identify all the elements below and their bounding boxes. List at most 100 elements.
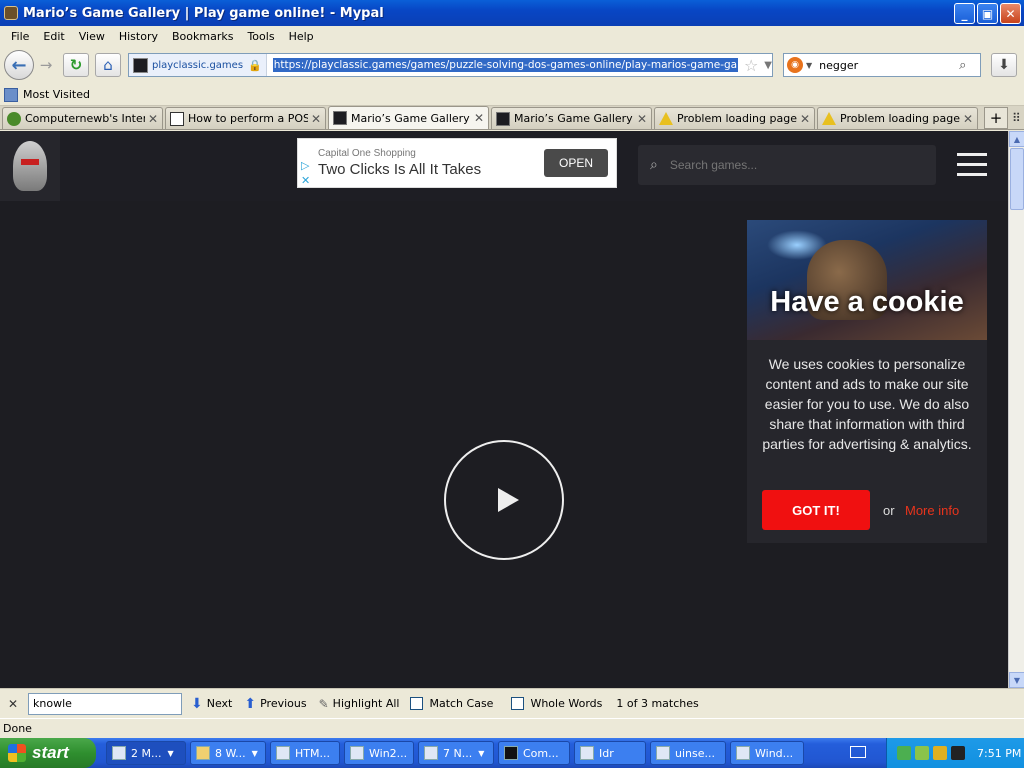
checkbox-box[interactable] — [410, 697, 424, 710]
start-button[interactable]: start — [0, 738, 96, 768]
taskbar-htm[interactable]: HTM... — [270, 741, 340, 765]
bookmarks-toolbar: Most Visited — [0, 84, 1024, 106]
search-icon[interactable]: ⌕ — [959, 58, 966, 73]
menu-history[interactable]: History — [112, 30, 165, 43]
forward-button[interactable]: → — [35, 54, 57, 76]
tab-close-icon[interactable]: ✕ — [148, 112, 158, 126]
scroll-down-icon[interactable]: ▼ — [1009, 672, 1024, 688]
site-logo[interactable] — [0, 131, 60, 201]
tab-problem-loading-1[interactable]: Problem loading page ✕ — [654, 107, 815, 129]
back-button[interactable]: ← — [4, 50, 34, 80]
ad-close-icon[interactable]: ✕ — [301, 174, 310, 187]
got-it-button[interactable]: GOT IT! — [762, 490, 870, 530]
new-tab-button[interactable]: + — [984, 107, 1008, 129]
home-button[interactable]: ⌂ — [95, 53, 121, 77]
menu-bar: File Edit View History Bookmarks Tools H… — [0, 26, 1024, 46]
menu-help[interactable]: Help — [282, 30, 321, 43]
taskbar-label: Idr — [599, 746, 614, 760]
tab-bar: Computernewb's Inter... ✕ How to perform… — [0, 106, 1024, 130]
cookie-or: or — [883, 503, 895, 518]
search-input[interactable]: negger — [819, 59, 959, 72]
cookie-text: We uses cookies to personalize content a… — [762, 356, 972, 452]
keyboard-icon[interactable] — [850, 746, 866, 758]
download-arrow-icon: ⬇ — [998, 57, 1010, 73]
address-bar[interactable]: playclassic.games 🔒 https://playclassic.… — [128, 53, 773, 77]
engine-caret-icon[interactable]: ▼ — [806, 61, 812, 70]
tab-computernewb[interactable]: Computernewb's Inter... ✕ — [2, 107, 163, 129]
ad-banner[interactable]: ▷ ✕ Capital One Shopping Two Clicks Is A… — [297, 138, 617, 188]
search-bar[interactable]: ◉ ▼ negger ⌕ — [783, 53, 981, 77]
taskbar-notepad-group[interactable]: 7 N... ▼ — [418, 741, 494, 765]
tab-close-icon[interactable]: ✕ — [800, 112, 810, 126]
tab-close-icon[interactable]: ✕ — [963, 112, 973, 126]
taskbar-mypal-group[interactable]: 2 M... ▼ — [106, 741, 186, 765]
menu-edit[interactable]: Edit — [36, 30, 71, 43]
arrow-down-icon: ⬇ — [191, 695, 203, 712]
game-search-input[interactable] — [669, 158, 910, 172]
ad-open-button[interactable]: OPEN — [544, 149, 608, 177]
find-close-icon[interactable]: ✕ — [8, 697, 20, 711]
tab-problem-loading-2[interactable]: Problem loading page ✕ — [817, 107, 978, 129]
find-status: 1 of 3 matches — [616, 697, 699, 710]
menu-file[interactable]: File — [4, 30, 36, 43]
find-previous-button[interactable]: ⬆ Previous — [241, 696, 309, 712]
tab-close-icon[interactable]: ✕ — [637, 112, 647, 126]
ad-choices-icon[interactable]: ▷ — [301, 159, 309, 172]
site-identity-button[interactable]: playclassic.games 🔒 — [129, 54, 267, 76]
url-dropdown-icon[interactable]: ▼ — [764, 60, 772, 71]
hamburger-menu-icon[interactable] — [957, 153, 987, 177]
reload-button[interactable]: ↻ — [63, 53, 89, 77]
tab-label: Mario’s Game Gallery | ... — [514, 112, 634, 125]
bookmark-most-visited[interactable]: Most Visited — [23, 88, 90, 101]
tab-list-icon[interactable]: ⠿ — [1012, 111, 1021, 125]
tab-label: Computernewb's Inter... — [25, 112, 145, 125]
ad-sponsor: Capital One Shopping — [318, 148, 416, 159]
match-case-checkbox[interactable]: Match Case — [410, 697, 493, 710]
match-case-label: Match Case — [429, 697, 494, 710]
network-icon[interactable] — [897, 746, 911, 760]
vertical-scrollbar[interactable]: ▲ ▼ — [1008, 131, 1024, 688]
game-favicon-icon — [496, 111, 510, 126]
maximize-button[interactable]: ▣ — [977, 3, 998, 24]
play-button[interactable] — [444, 440, 564, 560]
menu-tools[interactable]: Tools — [240, 30, 281, 43]
downloads-button[interactable]: ⬇ — [991, 53, 1017, 77]
taskbar-idr[interactable]: Idr — [574, 741, 646, 765]
page-viewport: ▷ ✕ Capital One Shopping Two Clicks Is A… — [0, 131, 1008, 688]
menu-bookmarks[interactable]: Bookmarks — [165, 30, 240, 43]
scroll-thumb[interactable] — [1010, 148, 1024, 210]
taskbar-wind[interactable]: Wind... — [730, 741, 804, 765]
find-input[interactable] — [28, 692, 182, 715]
battery-icon[interactable] — [951, 746, 965, 760]
checkbox-box[interactable] — [511, 697, 525, 710]
site-search[interactable]: ⌕ — [638, 145, 936, 185]
title-bar: Mario’s Game Gallery | Play game online!… — [0, 0, 1024, 26]
tab-close-icon[interactable]: ✕ — [474, 111, 484, 125]
highlight-all-button[interactable]: ✎ Highlight All — [316, 697, 403, 711]
whole-words-checkbox[interactable]: Whole Words — [511, 697, 602, 710]
close-window-button[interactable]: ✕ — [1000, 3, 1021, 24]
menu-view[interactable]: View — [72, 30, 112, 43]
url-text[interactable]: https://playclassic.games/games/puzzle-s… — [272, 58, 738, 72]
scroll-up-icon[interactable]: ▲ — [1009, 131, 1024, 147]
tab-marios-game-gallery[interactable]: Mario’s Game Gallery | ... ✕ — [491, 107, 652, 129]
taskbar-win2[interactable]: Win2... — [344, 741, 414, 765]
taskbar-explorer-group[interactable]: 8 W... ▼ — [190, 741, 266, 765]
bookmark-star-icon[interactable]: ☆ — [744, 56, 758, 75]
antivirus-icon[interactable] — [915, 746, 929, 760]
find-next-button[interactable]: ⬇ Next — [188, 696, 235, 712]
warning-icon — [822, 112, 836, 125]
caret-icon: ▼ — [251, 748, 258, 758]
taskbar-uinse[interactable]: uinse... — [650, 741, 726, 765]
windows-logo-icon — [8, 744, 26, 762]
search-engine-icon[interactable]: ◉ — [787, 57, 803, 73]
tab-close-icon[interactable]: ✕ — [311, 112, 321, 126]
tab-how-to-perform[interactable]: How to perform a POS... ✕ — [165, 107, 326, 129]
clock[interactable]: 7:51 PM — [977, 747, 1021, 760]
more-info-link[interactable]: More info — [905, 503, 959, 518]
taskbar-command-prompt[interactable]: Com... — [498, 741, 570, 765]
status-bar: Done — [0, 718, 1024, 738]
minimize-button[interactable]: _ — [954, 3, 975, 24]
mascot-icon[interactable] — [933, 746, 947, 760]
tab-marios-game-gallery-active[interactable]: Mario’s Game Gallery | ... ✕ — [328, 106, 489, 129]
